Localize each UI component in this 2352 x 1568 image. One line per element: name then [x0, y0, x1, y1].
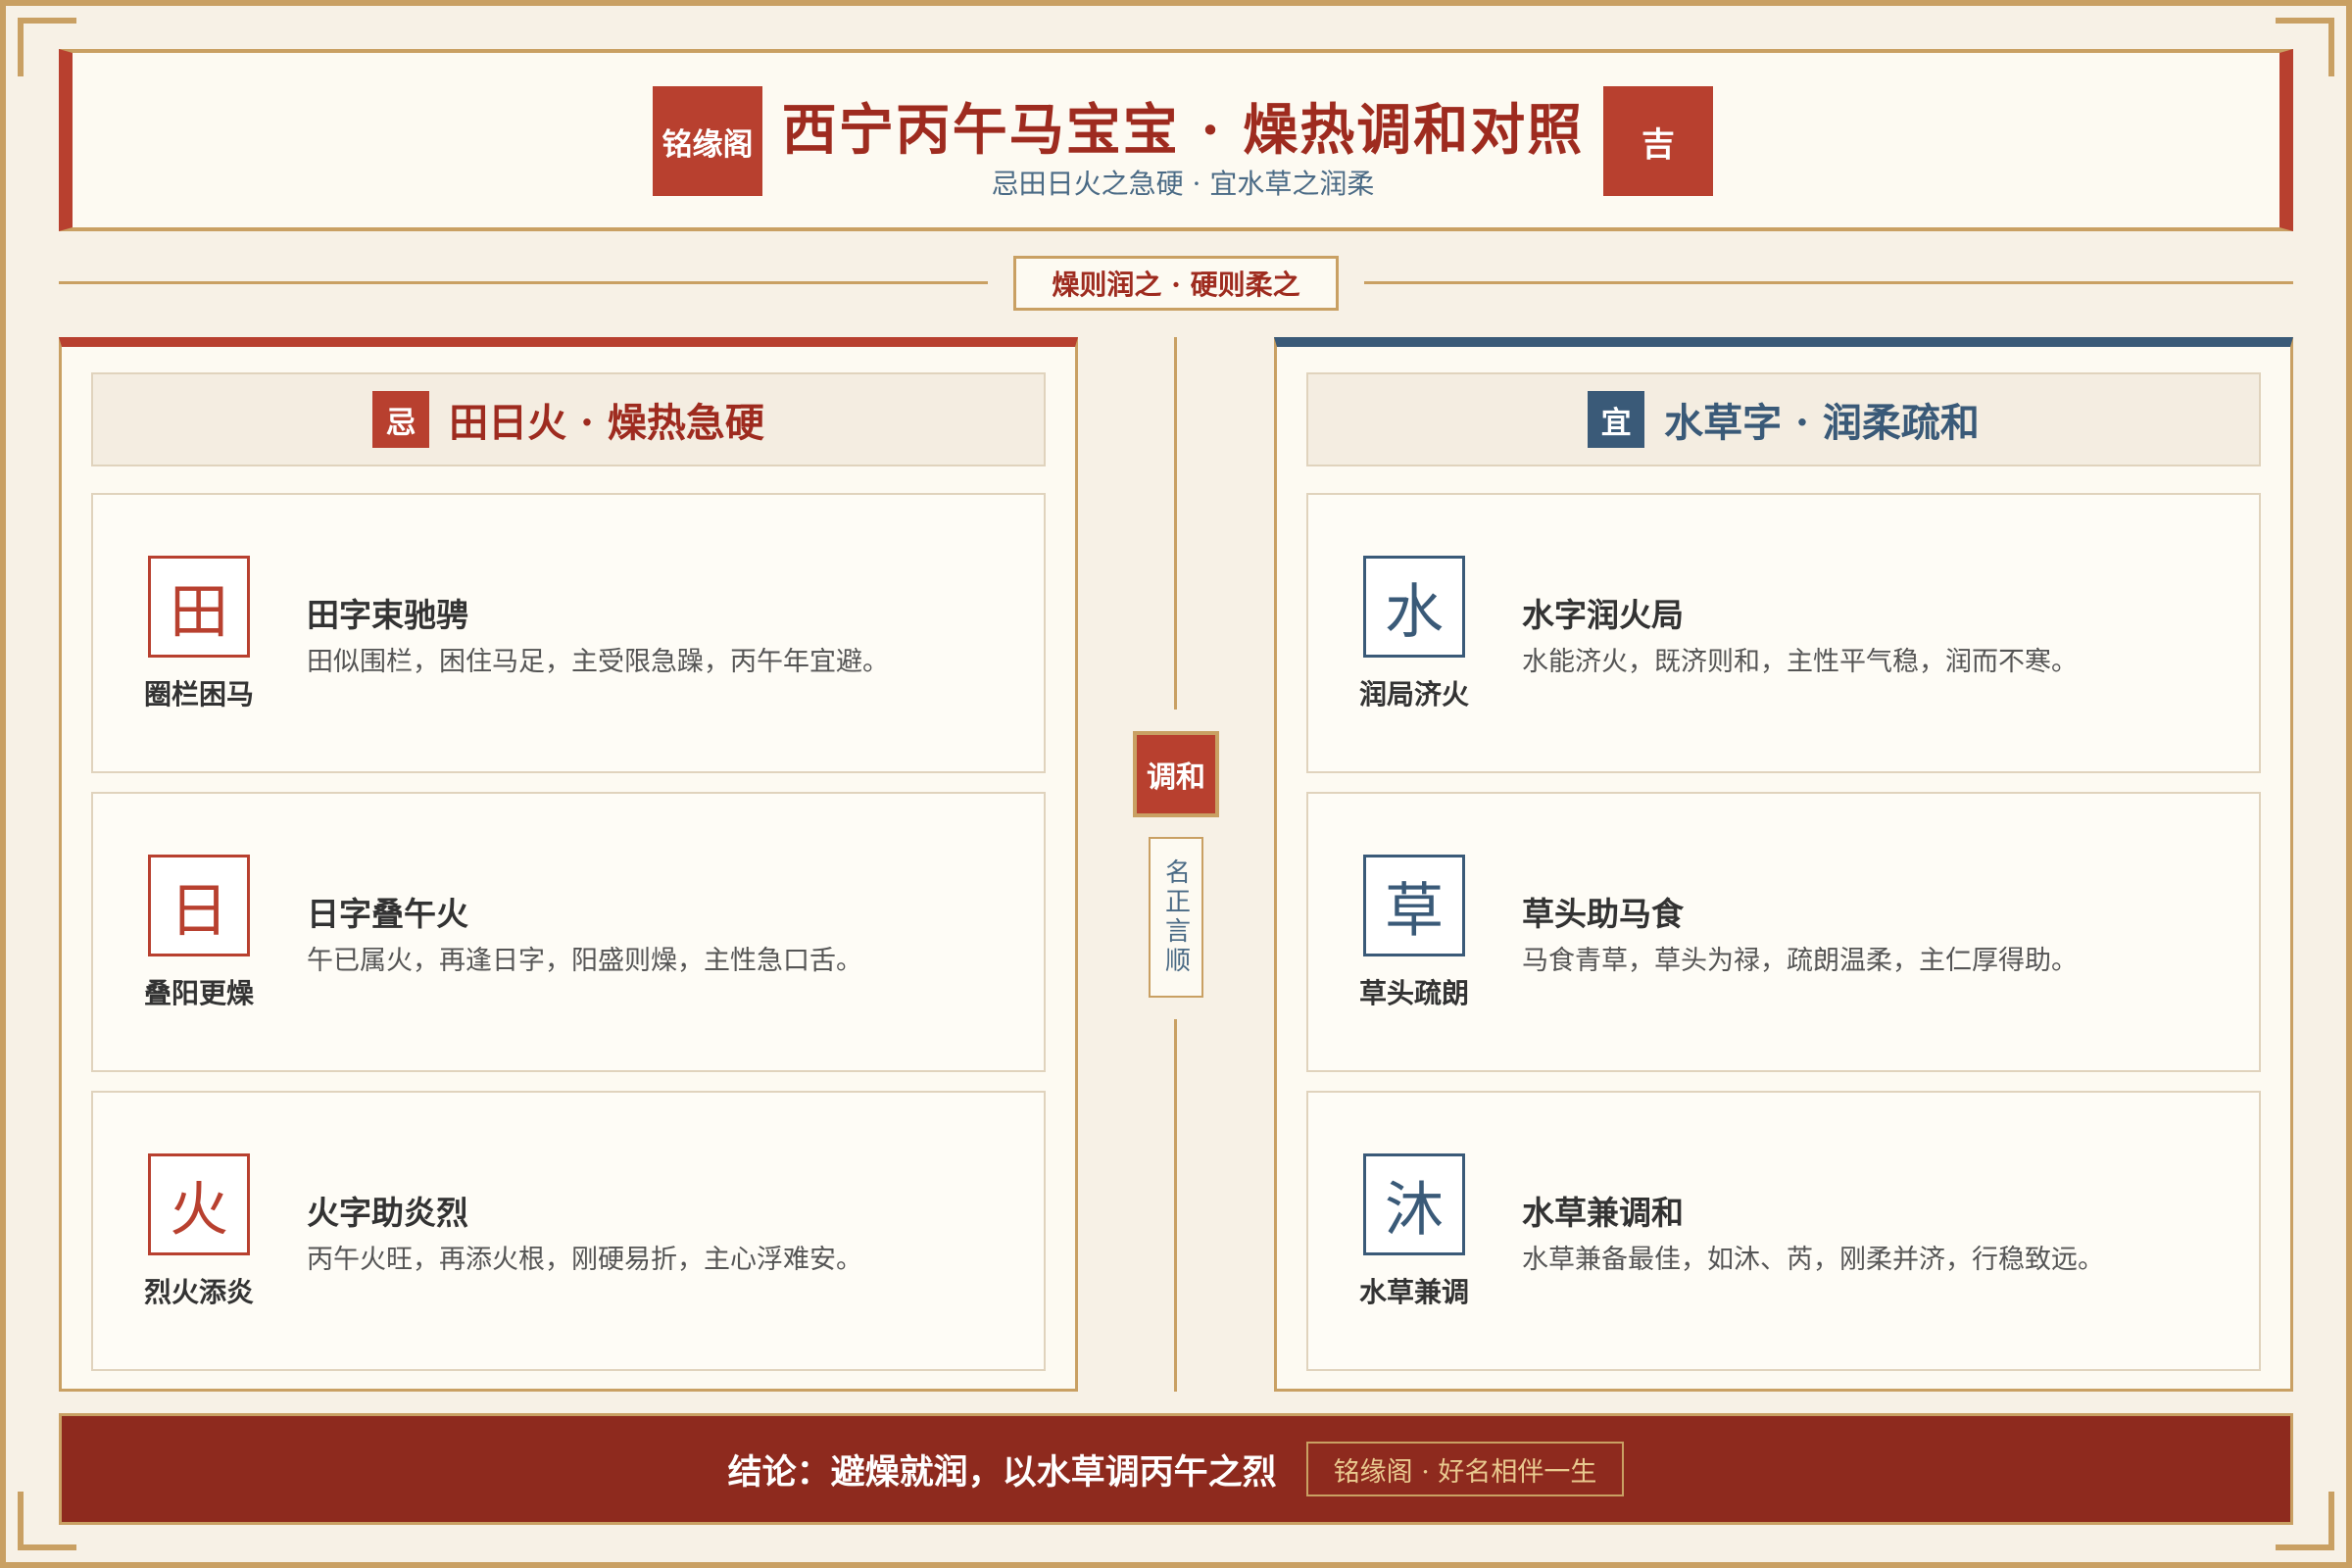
avoid-card: 日 叠阳更燥 日字叠午火 午已属火，再逢日字，阳盛则燥，主性急口舌。	[91, 792, 1046, 1072]
character-glyph: 日	[148, 855, 250, 956]
card-title: 水字润火局	[1522, 596, 1684, 634]
glyph-caption: 水草兼调	[1358, 1276, 1469, 1308]
divider-label: 燥则润之 · 硬则柔之	[1013, 256, 1339, 311]
divider-line	[59, 281, 988, 284]
character-glyph: 草	[1363, 855, 1465, 956]
card-title: 日字叠午火	[307, 895, 468, 933]
card-title: 草头助马食	[1522, 895, 1684, 933]
suitable-card: 水 润局济火 水字润火局 水能济火，既济则和，主性平气稳，润而不寒。	[1306, 493, 2261, 773]
center-line	[1174, 337, 1177, 710]
page-title: 西宁丙午马宝宝 · 燥热调和对照	[781, 98, 1585, 163]
avoid-panel-header: 忌 田日火 · 燥热急硬	[91, 372, 1046, 466]
conclusion-text: 结论：避燥就润，以水草调丙午之烈	[727, 1451, 1277, 1493]
header-banner: 铭缘阁 西宁丙午马宝宝 · 燥热调和对照 忌田日火之急硬 · 宜水草之润柔 吉	[59, 49, 2293, 231]
character-glyph: 田	[148, 556, 250, 658]
character-glyph: 沐	[1363, 1153, 1465, 1255]
center-line	[1174, 1019, 1177, 1392]
suitable-badge: 宜	[1588, 391, 1645, 448]
character-glyph: 水	[1363, 556, 1465, 658]
card-description: 午已属火，再逢日字，阳盛则燥，主性急口舌。	[307, 946, 862, 976]
lucky-seal: 吉	[1603, 86, 1713, 196]
suitable-card: 沐 水草兼调 水草兼调和 水草兼备最佳，如沐、芮，刚柔并济，行稳致远。	[1306, 1091, 2261, 1371]
card-title: 水草兼调和	[1522, 1194, 1684, 1232]
page-subtitle: 忌田日火之急硬 · 宜水草之润柔	[991, 168, 1375, 200]
glyph-caption: 烈火添炎	[143, 1276, 254, 1308]
avoid-panel-heading: 田日火 · 燥热急硬	[449, 400, 764, 446]
suitable-panel-heading: 水草字 · 润柔疏和	[1664, 400, 1980, 446]
character-glyph: 火	[148, 1153, 250, 1255]
card-description: 水能济火，既济则和，主性平气稳，润而不寒。	[1522, 647, 2078, 677]
card-description: 马食青草，草头为禄，疏朗温柔，主仁厚得助。	[1522, 946, 2078, 976]
brand-seal: 铭缘阁	[653, 86, 762, 196]
suitable-panel: 宜 水草字 · 润柔疏和 水 润局济火 水字润火局 水能济火，既济则和，主性平气…	[1274, 337, 2293, 1392]
vertical-motto: 名正言顺	[1149, 837, 1203, 998]
suitable-card: 草 草头疏朗 草头助马食 马食青草，草头为禄，疏朗温柔，主仁厚得助。	[1306, 792, 2261, 1072]
avoid-panel: 忌 田日火 · 燥热急硬 田 圈栏困马 田字束驰骋 田似围栏，困住马足，主受限急…	[59, 337, 1078, 1392]
glyph-caption: 润局济火	[1358, 678, 1469, 710]
card-description: 丙午火旺，再添火根，刚硬易折，主心浮难安。	[307, 1245, 862, 1275]
card-description: 水草兼备最佳，如沐、芮，刚柔并济，行稳致远。	[1522, 1245, 2104, 1275]
glyph-caption: 圈栏困马	[143, 678, 254, 710]
divider-line	[1364, 281, 2293, 284]
footer-banner: 结论：避燥就润，以水草调丙午之烈 铭缘阁 · 好名相伴一生	[59, 1413, 2293, 1525]
card-title: 田字束驰骋	[307, 596, 468, 634]
avoid-card: 火 烈火添炎 火字助炎烈 丙午火旺，再添火根，刚硬易折，主心浮难安。	[91, 1091, 1046, 1371]
glyph-caption: 草头疏朗	[1358, 977, 1469, 1009]
avoid-card: 田 圈栏困马 田字束驰骋 田似围栏，困住马足，主受限急躁，丙午年宜避。	[91, 493, 1046, 773]
brand-tag: 铭缘阁 · 好名相伴一生	[1305, 1442, 1625, 1496]
glyph-caption: 叠阳更燥	[143, 977, 254, 1009]
avoid-badge: 忌	[372, 391, 430, 448]
card-description: 田似围栏，困住马足，主受限急躁，丙午年宜避。	[307, 647, 889, 677]
card-title: 火字助炎烈	[307, 1194, 468, 1232]
harmony-seal: 调和	[1133, 731, 1219, 817]
suitable-panel-header: 宜 水草字 · 润柔疏和	[1306, 372, 2261, 466]
